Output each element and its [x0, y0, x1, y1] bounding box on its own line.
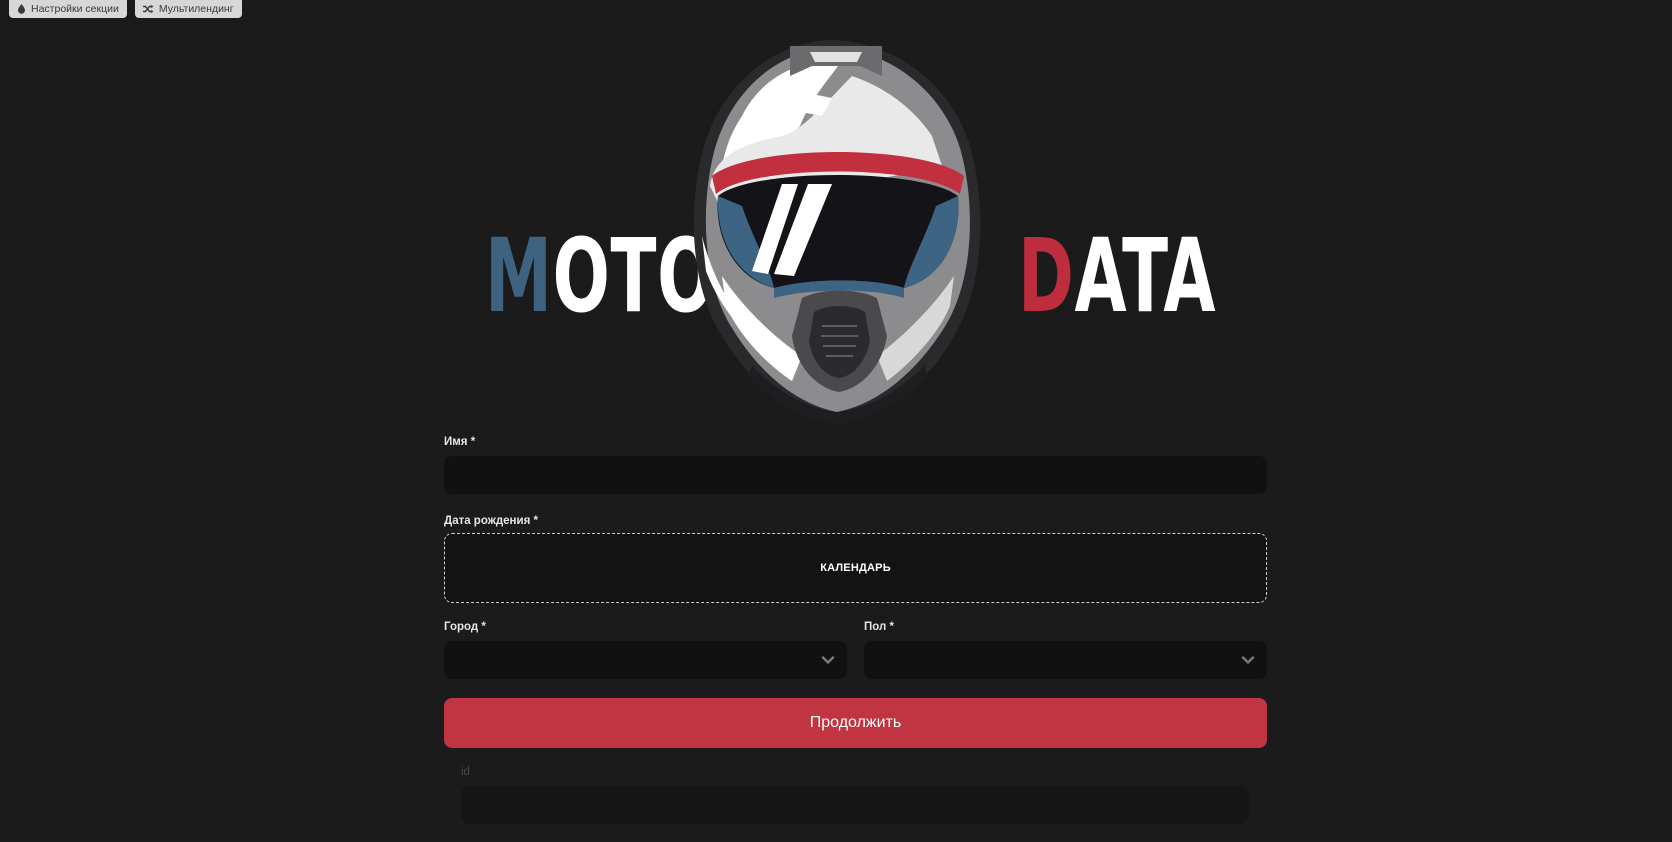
- chevron-down-icon: [1241, 656, 1255, 664]
- droplet-icon: [18, 4, 25, 14]
- section-settings-button[interactable]: Настройки секции: [9, 0, 127, 18]
- gender-select[interactable]: [864, 641, 1267, 679]
- section-settings-label: Настройки секции: [31, 3, 119, 15]
- city-label: Город *: [444, 621, 486, 633]
- id-input[interactable]: [461, 786, 1249, 824]
- chevron-down-icon: [821, 656, 835, 664]
- logo-letters-ata: ATA: [1074, 217, 1217, 336]
- page: Настройки секции Мультилендинг MOTO DATA…: [0, 0, 1672, 842]
- id-field: id: [461, 764, 1249, 824]
- calendar-button[interactable]: КАЛЕНДАРЬ: [444, 533, 1267, 603]
- continue-button-label: Продолжить: [809, 714, 902, 731]
- gender-label: Пол *: [864, 621, 894, 633]
- logo-letter-d: D: [1018, 217, 1075, 336]
- editor-toolbar: Настройки секции Мультилендинг: [9, 0, 242, 18]
- city-select[interactable]: [444, 641, 847, 679]
- logo-word-data: DATA: [1018, 226, 1216, 328]
- registration-form: Имя * Дата рождения * КАЛЕНДАРЬ Город *: [444, 434, 1267, 824]
- birthdate-label: Дата рождения *: [444, 515, 538, 527]
- moto-data-logo: MOTO DATA: [470, 36, 1216, 426]
- logo-letter-m: M: [485, 217, 553, 336]
- id-label: id: [461, 766, 470, 778]
- helmet-icon: [693, 40, 981, 424]
- shuffle-icon: [142, 4, 154, 14]
- city-column: Город *: [444, 619, 847, 679]
- name-label: Имя *: [444, 436, 476, 448]
- gender-column: Пол *: [864, 619, 1267, 679]
- continue-button[interactable]: Продолжить: [444, 698, 1267, 748]
- logo-word-moto: MOTO: [485, 226, 715, 328]
- city-gender-row: Город * Пол *: [444, 619, 1267, 679]
- multilanding-label: Мультилендинг: [158, 3, 234, 15]
- calendar-button-label: КАЛЕНДАРЬ: [820, 562, 891, 574]
- multilanding-button[interactable]: Мультилендинг: [134, 0, 242, 18]
- name-input[interactable]: [444, 456, 1267, 494]
